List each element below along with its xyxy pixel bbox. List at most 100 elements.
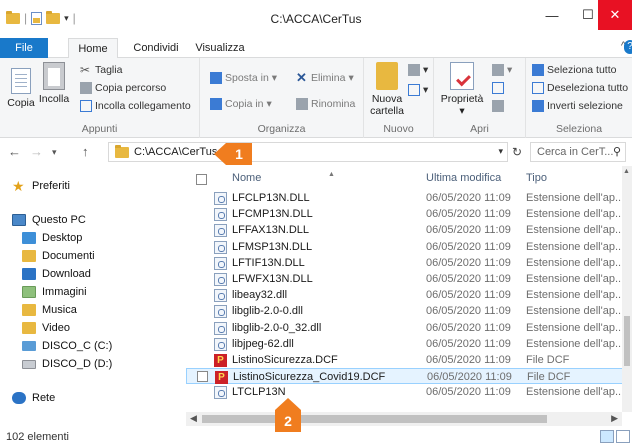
deselect-all-button[interactable]: Deseleziona tutto — [532, 82, 628, 94]
tab-home[interactable]: Home — [68, 38, 118, 59]
copy-button[interactable]: Copia — [6, 62, 36, 109]
row-checkbox[interactable] — [197, 371, 208, 383]
file-type: Estensione dell'ap... — [526, 305, 625, 318]
edit-icon — [492, 82, 504, 94]
history-button[interactable] — [492, 100, 504, 112]
file-row[interactable]: LFTIF13N.DLL 06/05/2020 11:09 Estensione d… — [186, 255, 632, 271]
properties-button[interactable]: Proprietà ▾ — [438, 62, 486, 117]
file-row[interactable]: libglib-2.0-0_32.dll 06/05/2020 11:09 Este… — [186, 320, 632, 336]
address-bar[interactable]: C:\ACCA\CerTus ▾ — [108, 142, 508, 162]
paste-link-button[interactable]: Incolla collegamento — [80, 100, 191, 112]
nav-disco-d[interactable]: DISCO_D (D:) — [22, 356, 112, 372]
status-bar: 102 elementi — [0, 428, 632, 446]
new-item-button[interactable]: ▾ — [408, 64, 428, 76]
network-icon — [12, 392, 26, 404]
vertical-scrollbar[interactable]: ▲ — [622, 166, 632, 412]
file-row[interactable]: LFCMP13N.DLL 06/05/2020 11:09 Estensione d… — [186, 206, 632, 222]
nav-documents[interactable]: Documenti — [22, 248, 95, 264]
recent-locations-icon[interactable]: ▾ — [52, 147, 57, 158]
file-row[interactable]: LTCLP13N 06/05/2020 11:09 Estensione dell'… — [186, 384, 632, 400]
copy-path-button[interactable]: Copia percorso — [80, 82, 166, 94]
scroll-up-icon[interactable]: ▲ — [623, 168, 630, 175]
large-icons-view-icon[interactable] — [616, 430, 630, 443]
file-row[interactable]: libeay32.dll 06/05/2020 11:09 Estensione d… — [186, 287, 632, 303]
file-row[interactable]: LFWFX13N.DLL 06/05/2020 11:09 Estensione d… — [186, 271, 632, 287]
nav-download[interactable]: Download — [22, 266, 91, 282]
pictures-icon — [22, 286, 36, 298]
copy-to-button[interactable]: Copia in ▾ — [210, 98, 272, 110]
open-button[interactable]: ▾ — [492, 64, 512, 76]
address-row: ← → ▾ ↑ C:\ACCA\CerTus ▾ ↻ Cerca in CerT… — [0, 139, 632, 165]
nav-music[interactable]: Musica — [22, 302, 77, 318]
file-row[interactable]: libglib-2.0-0.dll 06/05/2020 11:09 Estensi… — [186, 303, 632, 319]
scrollbar-thumb[interactable] — [202, 415, 547, 423]
column-header-date[interactable]: Ultima modifica — [426, 172, 501, 184]
copy-path-label: Copia percorso — [95, 82, 167, 94]
easy-access-button[interactable]: ▾ — [408, 84, 428, 96]
horizontal-scrollbar[interactable]: ◀ ▶ — [186, 412, 622, 426]
new-item-icon — [408, 64, 420, 76]
help-icon[interactable]: ? — [624, 40, 632, 54]
title-bar: | ▾ | C:\ACCA\CerTus — ☐ ✕ — [0, 0, 632, 38]
nav-network[interactable]: Rete — [12, 390, 55, 406]
paste-button[interactable]: Incolla — [36, 62, 72, 105]
copy-to-label: Copia in — [225, 98, 264, 110]
tab-file[interactable]: File — [0, 38, 48, 58]
select-all-button[interactable]: Seleziona tutto — [532, 64, 616, 76]
file-row[interactable]: LFFAX13N.DLL 06/05/2020 11:09 Estensione d… — [186, 222, 632, 238]
forward-button[interactable]: → — [30, 144, 43, 159]
nav-this-pc[interactable]: Questo PC — [12, 212, 86, 228]
back-button[interactable]: ← — [8, 144, 21, 159]
ribbon: Copia Incolla ✂ Taglia Copia percorso In… — [0, 58, 632, 138]
nav-disco-c[interactable]: DISCO_C (C:) — [22, 338, 112, 354]
edit-button[interactable] — [492, 82, 504, 94]
file-date: 06/05/2020 11:09 — [426, 240, 511, 253]
nav-label: Questo PC — [32, 214, 86, 226]
rename-button[interactable]: Rinomina — [296, 98, 355, 110]
dll-file-icon — [214, 289, 227, 303]
search-input[interactable]: Cerca in CerT... ⚲ — [530, 142, 626, 162]
file-type: Estensione dell'ap... — [526, 208, 625, 221]
documents-icon — [22, 250, 36, 262]
refresh-icon[interactable]: ↻ — [512, 145, 522, 159]
up-button[interactable]: ↑ — [82, 144, 89, 159]
file-list: Nome ▲ Ultima modifica Tipo LFCLP13N.DLL… — [186, 166, 632, 428]
move-to-button[interactable]: Sposta in ▾ — [210, 72, 277, 84]
file-date: 06/05/2020 11:09 — [426, 321, 511, 334]
file-type: Estensione dell'ap... — [526, 224, 625, 237]
details-view-icon[interactable] — [600, 430, 614, 443]
file-date: 06/05/2020 11:09 — [426, 273, 511, 285]
select-all-checkbox[interactable] — [196, 174, 207, 185]
address-path: C:\ACCA\CerTus — [134, 146, 218, 158]
video-icon — [22, 322, 36, 334]
file-row[interactable]: P ListinoSicurezza_Covid19.DCF 06/05/2020 … — [186, 368, 632, 385]
nav-favorites[interactable]: ★ Preferiti — [12, 178, 70, 194]
scroll-right-icon[interactable]: ▶ — [611, 413, 618, 424]
cut-button[interactable]: ✂ Taglia — [80, 64, 122, 76]
scrollbar-thumb[interactable] — [624, 316, 630, 366]
dropdown-icon: ▾ — [348, 72, 354, 84]
delete-button[interactable]: ✕ Elimina ▾ — [296, 71, 354, 84]
file-type: Estensione dell'ap... — [526, 337, 625, 350]
file-row[interactable]: libjpeg-62.dll 06/05/2020 11:09 Estensione… — [186, 336, 632, 352]
nav-video[interactable]: Video — [22, 320, 70, 336]
column-header-name[interactable]: Nome ▲ — [232, 171, 412, 184]
file-type: Estensione dell'ap... — [526, 192, 625, 204]
chevron-down-icon[interactable]: ▾ — [498, 146, 503, 157]
nav-desktop[interactable]: Desktop — [22, 230, 82, 246]
scroll-left-icon[interactable]: ◀ — [190, 413, 197, 424]
dll-file-icon — [214, 337, 227, 351]
file-name: LFFAX13N.DLL — [232, 224, 310, 237]
file-row[interactable]: LFCLP13N.DLL 06/05/2020 11:09 Estensione d… — [186, 190, 632, 206]
paste-link-label: Incolla collegamento — [95, 100, 191, 112]
tab-share[interactable]: Condividi — [124, 38, 188, 58]
file-row[interactable]: LFMSP13N.DLL 06/05/2020 11:09 Estensione d… — [186, 239, 632, 255]
nav-images[interactable]: Immagini — [22, 284, 87, 300]
column-header-type[interactable]: Tipo — [526, 172, 547, 184]
new-folder-button[interactable]: Nuova cartella — [370, 62, 404, 117]
file-row[interactable]: P ListinoSicurezza.DCF 06/05/2020 11:09 Fil… — [186, 352, 632, 368]
paste-icon — [43, 62, 65, 90]
tab-view[interactable]: Visualizza — [190, 38, 250, 58]
invert-selection-button[interactable]: Inverti selezione — [532, 100, 623, 112]
close-button[interactable]: ✕ — [598, 0, 632, 30]
